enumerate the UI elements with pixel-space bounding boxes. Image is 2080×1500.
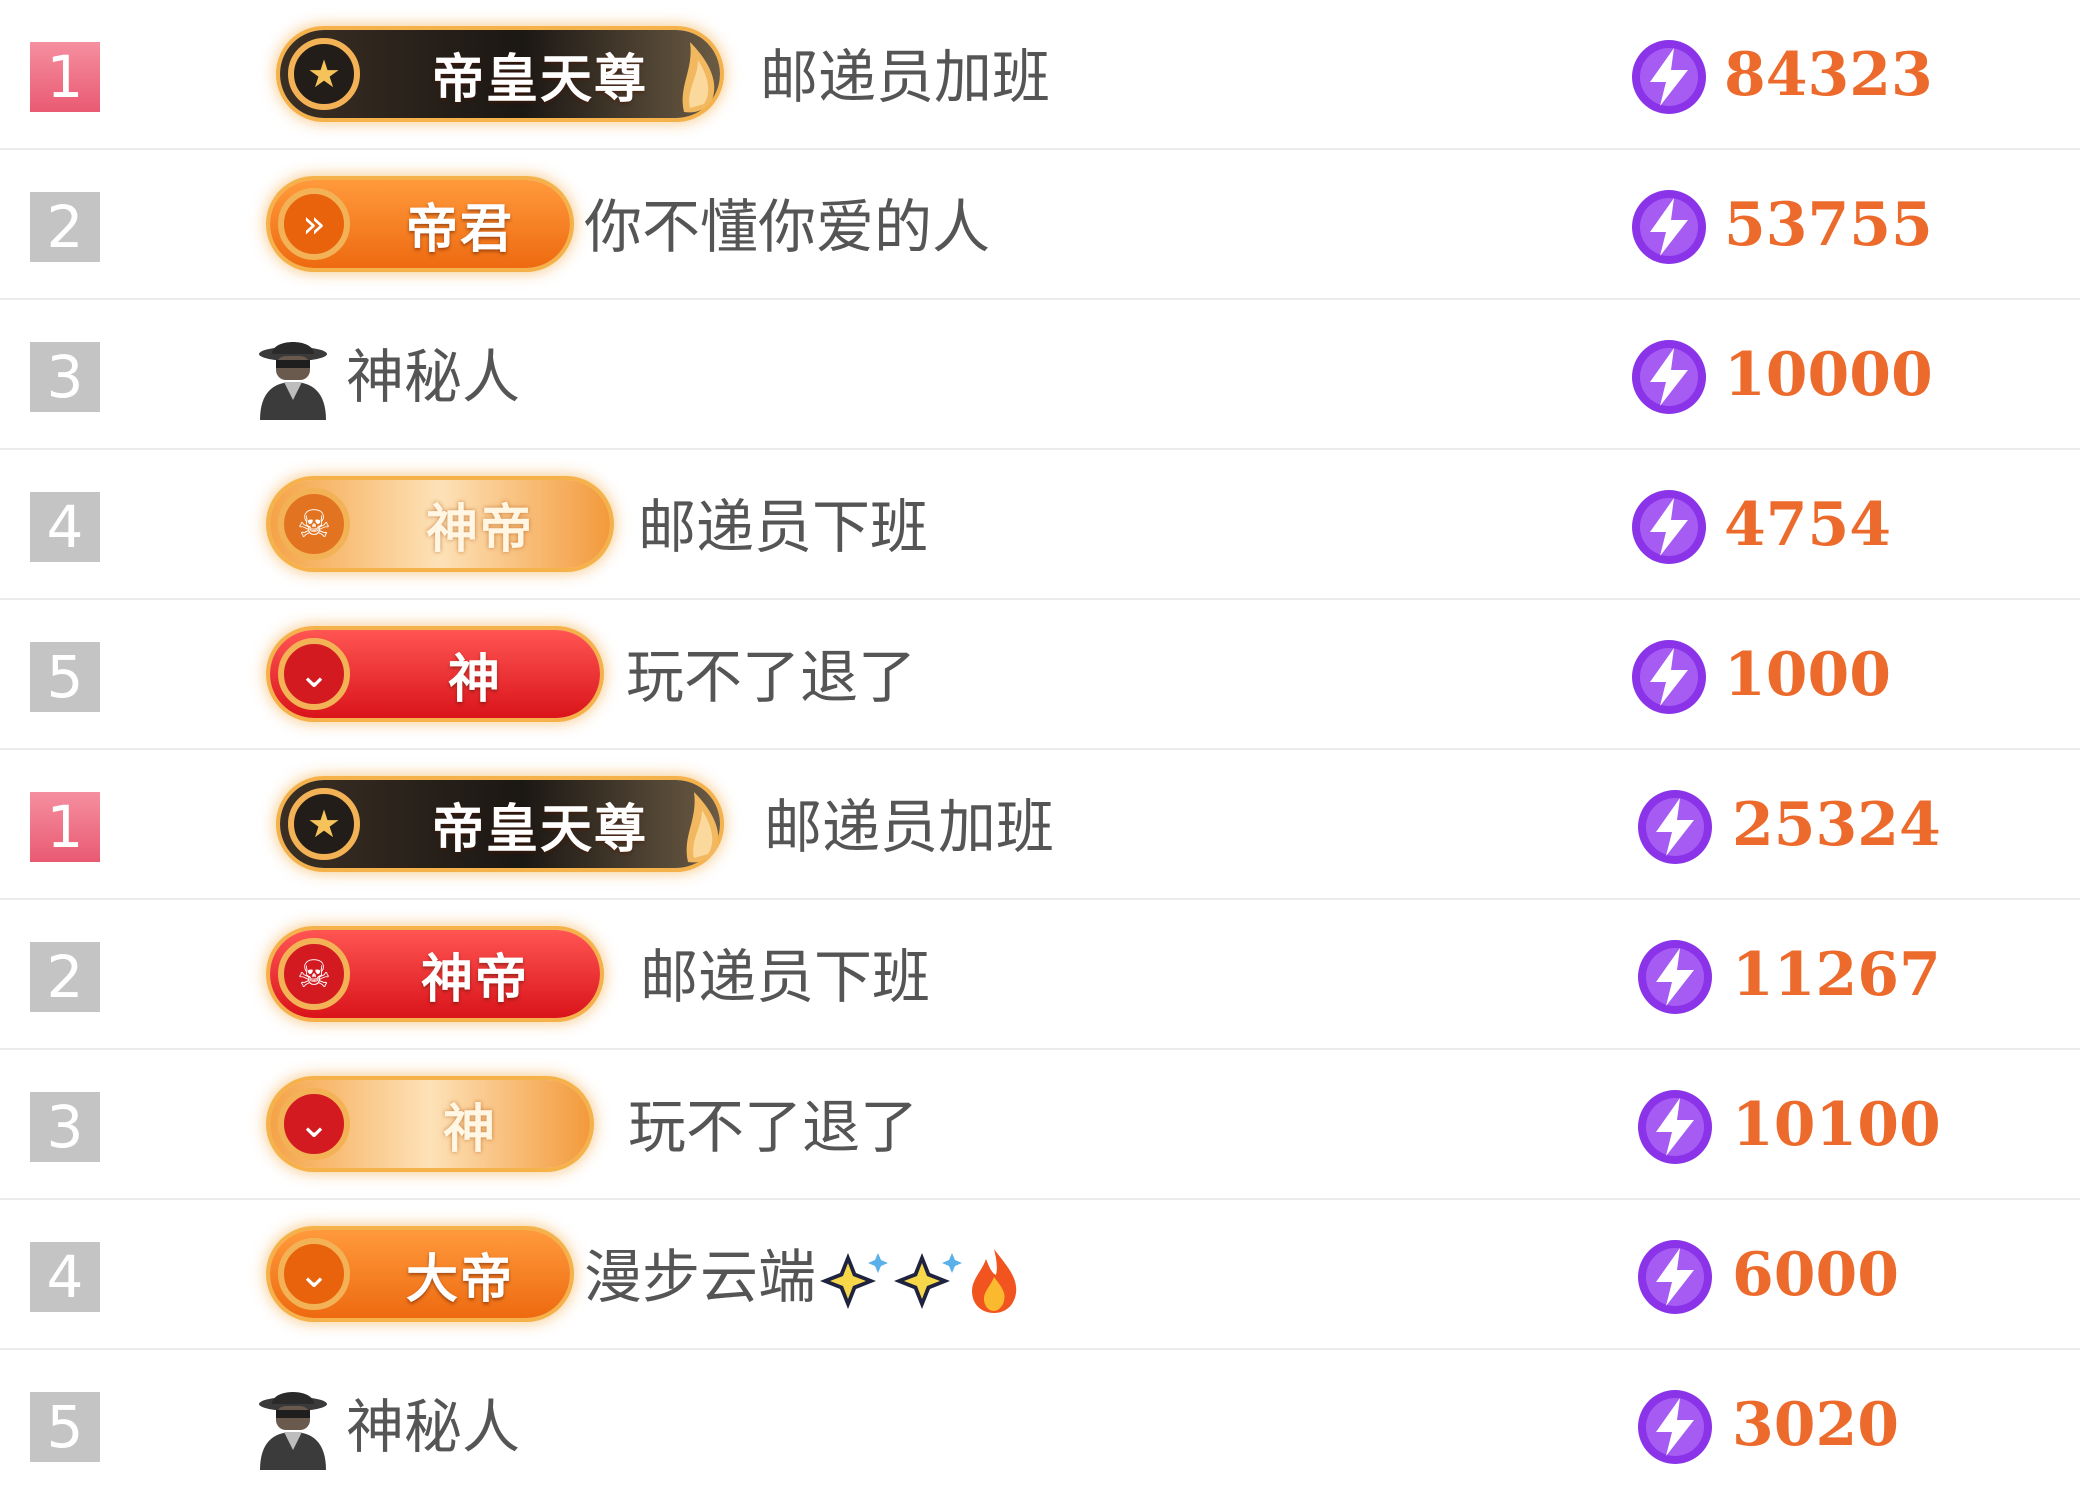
score-value: 11267 (1732, 940, 1941, 1010)
score-value: 6000 (1732, 1240, 1899, 1310)
username-group[interactable]: 漫步云端 (584, 1244, 1022, 1315)
rank-badge: 4 (30, 492, 100, 562)
vip-badge-label: 神帝 (420, 949, 529, 1010)
wing-flame-icon (682, 42, 715, 113)
vip-badge-label: 神 (442, 1099, 497, 1160)
rank-badge: 3 (30, 1092, 100, 1162)
username: 漫步云端 (584, 1243, 817, 1311)
lightning-coin-icon (1632, 340, 1706, 414)
score-value: 10000 (1724, 340, 1933, 410)
lightning-coin-icon (1638, 1390, 1712, 1464)
lightning-coin-icon (1632, 640, 1706, 714)
leaderboard-row[interactable]: 5 神秘人 3020 (0, 1350, 2080, 1500)
vip-badge: ⌄ 神 (270, 1080, 590, 1168)
vip-badge-label: 大帝 (405, 1249, 514, 1310)
fire-icon (972, 1248, 1017, 1313)
vip-badge: ★ 帝皇天尊 (280, 30, 720, 118)
leaderboard-row[interactable]: 4 ⌄ 大帝 漫步云端 6000 (0, 1200, 2080, 1350)
rank-badge: 1 (30, 42, 100, 112)
leaderboard-row[interactable]: 2 » 帝君 你不懂你爱的人 53755 (0, 150, 2080, 300)
vip-badge-label: 帝皇天尊 (431, 49, 648, 110)
star-icon: ★ (288, 788, 360, 860)
lightning-coin-icon (1632, 40, 1706, 114)
rank-badge: 2 (30, 942, 100, 1012)
username[interactable]: 玩不了退了 (628, 1094, 918, 1160)
leaderboard-list: 1 ★ 帝皇天尊 邮递员加班 84323 2 » 帝君 你不懂你爱的人 5375 (0, 0, 2080, 1500)
vip-badge-label: 神帝 (425, 499, 534, 560)
leaderboard-row[interactable]: 4 ☠ 神帝 邮递员下班 4754 (0, 450, 2080, 600)
score-value: 10100 (1732, 1090, 1941, 1160)
rank-badge: 5 (30, 1392, 100, 1462)
rank-badge: 3 (30, 342, 100, 412)
leaderboard-row[interactable]: 3 神秘人 10000 (0, 300, 2080, 450)
lightning-coin-icon (1638, 790, 1712, 864)
score-value: 3020 (1732, 1390, 1899, 1460)
rank-badge: 1 (30, 792, 100, 862)
username[interactable]: 邮递员加班 (764, 794, 1054, 860)
score-value: 53755 (1724, 190, 1933, 260)
score-value: 4754 (1724, 490, 1891, 560)
score-value: 1000 (1724, 640, 1891, 710)
wing-flame-icon (686, 792, 719, 863)
skull-icon: ☠ (278, 488, 350, 560)
star-icon: ★ (288, 38, 360, 110)
username[interactable]: 神秘人 (346, 1394, 520, 1460)
sparkles-icon (820, 1252, 889, 1309)
lightning-coin-icon (1632, 190, 1706, 264)
score-value: 84323 (1724, 40, 1933, 110)
lightning-coin-icon (1638, 1240, 1712, 1314)
vip-badge-label: 帝君 (405, 199, 514, 260)
username[interactable]: 邮递员下班 (640, 944, 930, 1010)
vip-badge: ⌄ 神 (270, 630, 600, 718)
chevron-down-icon: ⌄ (278, 1088, 350, 1160)
sparkles-icon (894, 1252, 963, 1309)
lightning-coin-icon (1632, 490, 1706, 564)
rank-badge: 4 (30, 1242, 100, 1312)
vip-badge: » 帝君 (270, 180, 570, 268)
username[interactable]: 玩不了退了 (626, 644, 916, 710)
username[interactable]: 邮递员下班 (638, 494, 928, 560)
chevron-down-icon: ⌄ (278, 638, 350, 710)
double-chevron-icon: » (278, 188, 350, 260)
leaderboard-row[interactable]: 2 ☠ 神帝 邮递员下班 11267 (0, 900, 2080, 1050)
skull-icon: ☠ (278, 938, 350, 1010)
username[interactable]: 神秘人 (346, 344, 520, 410)
leaderboard-row[interactable]: 3 ⌄ 神 玩不了退了 10100 (0, 1050, 2080, 1200)
username[interactable]: 你不懂你爱的人 (584, 194, 990, 260)
leaderboard-row[interactable]: 1 ★ 帝皇天尊 邮递员加班 84323 (0, 0, 2080, 150)
vip-badge-label: 神 (447, 649, 502, 710)
mystery-person-icon (259, 1392, 327, 1470)
leaderboard-row[interactable]: 1 ★ 帝皇天尊 邮递员加班 25324 (0, 750, 2080, 900)
vip-badge: ⌄ 大帝 (270, 1230, 570, 1318)
vip-badge: ☠ 神帝 (270, 930, 600, 1018)
leaderboard-row[interactable]: 5 ⌄ 神 玩不了退了 1000 (0, 600, 2080, 750)
vip-badge-label: 帝皇天尊 (431, 799, 648, 860)
rank-badge: 5 (30, 642, 100, 712)
lightning-coin-icon (1638, 1090, 1712, 1164)
username[interactable]: 邮递员加班 (760, 44, 1050, 110)
vip-badge: ☠ 神帝 (270, 480, 610, 568)
mystery-person-icon (259, 342, 327, 420)
rank-badge: 2 (30, 192, 100, 262)
lightning-coin-icon (1638, 940, 1712, 1014)
chevron-down-icon: ⌄ (278, 1238, 350, 1310)
vip-badge: ★ 帝皇天尊 (280, 780, 720, 868)
score-value: 25324 (1732, 790, 1941, 860)
